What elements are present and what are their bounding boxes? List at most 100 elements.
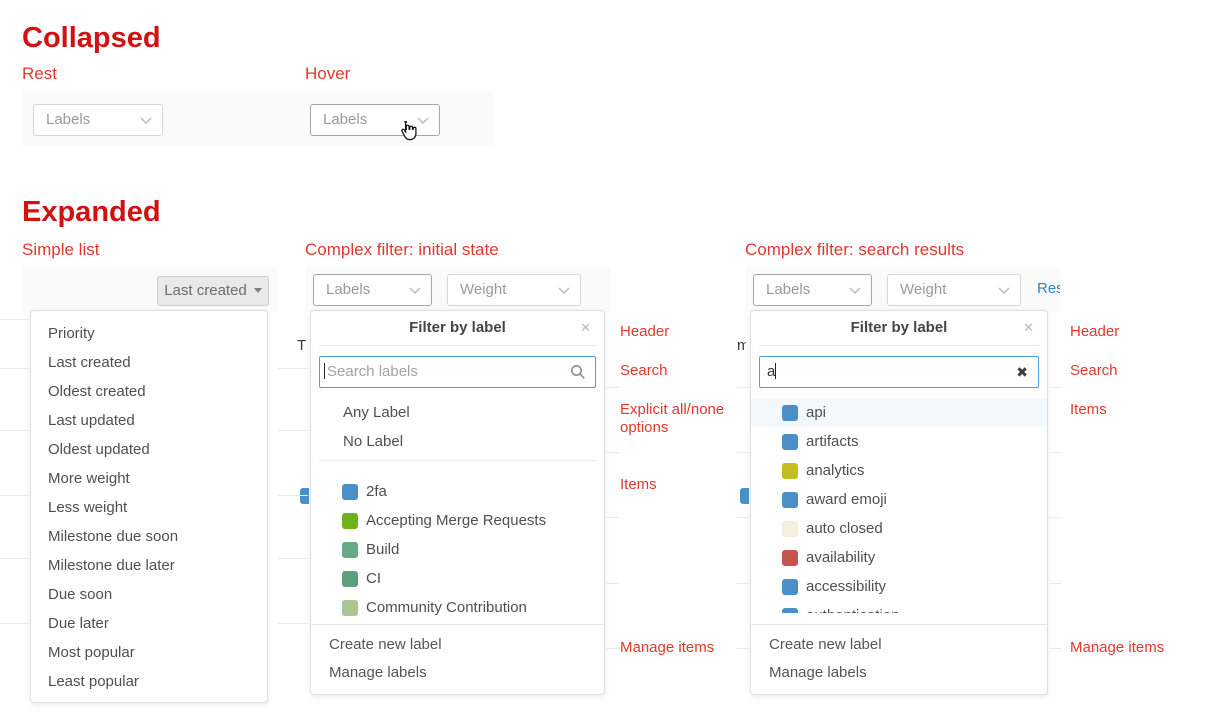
any-label-option[interactable]: Any Label (311, 398, 604, 427)
background-row-divider (736, 452, 749, 453)
label-item[interactable]: Accepting Merge Requests (311, 506, 604, 535)
sort-dropdown-label: Last created (164, 282, 247, 299)
panel-header: Filter by label ✕ (751, 311, 1047, 345)
search-labels-input[interactable]: Search labels (319, 356, 596, 388)
manage-labels-link[interactable]: Manage labels (751, 659, 1047, 687)
panel-header-title: Filter by label (851, 319, 948, 336)
background-row-divider (278, 430, 308, 431)
close-icon[interactable]: ✕ (1023, 311, 1034, 345)
label-name: availability (806, 549, 875, 566)
background-label-chip-fragment (300, 488, 309, 504)
list-item[interactable]: Most popular (31, 638, 267, 667)
sort-options-list: PriorityLast createdOldest createdLast u… (31, 319, 267, 696)
list-item[interactable]: Due soon (31, 580, 267, 609)
list-item[interactable]: Less weight (31, 493, 267, 522)
list-item[interactable]: Oldest updated (31, 435, 267, 464)
background-text-fragment: m (737, 337, 746, 355)
label-item[interactable]: artifacts (751, 427, 1047, 456)
list-item[interactable]: Priority (31, 319, 267, 348)
list-item[interactable]: Last created (31, 348, 267, 377)
labels-dropdown-text: Labels (323, 111, 367, 128)
label-item[interactable]: authentication (751, 601, 1047, 613)
label-item[interactable]: availability (751, 543, 1047, 572)
panel-header-title: Filter by label (409, 319, 506, 336)
label-color-chip (342, 484, 358, 500)
annotation-manage-items: Manage items (1070, 639, 1164, 657)
list-item[interactable]: Oldest created (31, 377, 267, 406)
demo-label-simple-list: Simple list (22, 240, 99, 260)
list-item[interactable]: More weight (31, 464, 267, 493)
label-name: accessibility (806, 578, 886, 595)
label-name: Community Contribution (366, 599, 527, 616)
background-row-divider (1049, 517, 1062, 518)
label-item[interactable]: award emoji (751, 485, 1047, 514)
weight-dropdown-search[interactable]: Weight (887, 274, 1021, 306)
label-color-chip (782, 521, 798, 537)
search-icon (570, 364, 586, 380)
list-item[interactable]: Due later (31, 609, 267, 638)
weight-dropdown-initial[interactable]: Weight (447, 274, 581, 306)
caret-down-icon (254, 288, 262, 293)
search-placeholder-text: Search labels (325, 363, 418, 380)
label-name: artifacts (806, 433, 859, 450)
label-item[interactable]: auto closed (751, 514, 1047, 543)
label-color-chip (342, 571, 358, 587)
label-color-chip (782, 434, 798, 450)
hand-cursor-icon (396, 119, 418, 141)
background-row-divider (736, 517, 749, 518)
manage-labels-link[interactable]: Manage labels (311, 659, 604, 687)
label-item[interactable]: 2fa (311, 477, 604, 506)
create-new-label-link[interactable]: Create new label (311, 631, 604, 659)
background-text-fragment: T (297, 337, 306, 355)
annotation-items: Items (1070, 401, 1107, 419)
background-row-divider (0, 430, 29, 431)
no-label-option[interactable]: No Label (311, 427, 604, 456)
label-name: api (806, 404, 826, 421)
label-name: auto closed (806, 520, 883, 537)
labels-dropdown-text: Labels (46, 111, 90, 128)
list-item[interactable]: Least popular (31, 667, 267, 696)
sort-dropdown-button[interactable]: Last created (157, 276, 269, 306)
close-icon[interactable]: ✕ (580, 311, 591, 345)
chevron-down-icon (140, 117, 152, 125)
label-item[interactable]: CI (311, 564, 604, 593)
create-new-label-link[interactable]: Create new label (751, 631, 1047, 659)
annotation-items: Items (620, 476, 657, 494)
search-input-value: a (760, 363, 775, 380)
panel-footer: Create new label Manage labels (311, 624, 604, 694)
labels-dropdown-text: Labels (766, 281, 810, 298)
background-row-divider (0, 623, 29, 624)
chevron-down-icon (998, 287, 1010, 295)
chevron-down-icon (849, 287, 861, 295)
search-labels-input[interactable]: a ✖ (759, 356, 1039, 388)
background-row-divider (1049, 387, 1062, 388)
label-item[interactable]: api (751, 398, 1047, 427)
background-row-divider (0, 319, 29, 320)
list-item[interactable]: Milestone due later (31, 551, 267, 580)
annotation-search: Search (620, 362, 668, 380)
section-title-expanded: Expanded (22, 196, 161, 229)
label-name: CI (366, 570, 381, 587)
reset-link[interactable]: Res (1037, 280, 1060, 297)
label-name: 2fa (366, 483, 387, 500)
label-item[interactable]: Community Contribution (311, 593, 604, 622)
label-item[interactable]: analytics (751, 456, 1047, 485)
label-color-chip (342, 513, 358, 529)
label-item[interactable]: accessibility (751, 572, 1047, 601)
background-row-divider (0, 558, 29, 559)
background-row-divider (606, 517, 619, 518)
labels-dropdown-initial[interactable]: Labels (313, 274, 432, 306)
label-item[interactable]: Build (311, 535, 604, 564)
list-item[interactable]: Last updated (31, 406, 267, 435)
text-cursor (775, 363, 776, 379)
background-row-divider (736, 648, 749, 649)
labels-dropdown-search[interactable]: Labels (753, 274, 872, 306)
labels-dropdown-hover[interactable]: Labels (310, 104, 440, 136)
label-color-chip (342, 542, 358, 558)
clear-search-icon[interactable]: ✖ (1016, 357, 1028, 387)
list-item[interactable]: Milestone due soon (31, 522, 267, 551)
weight-dropdown-text: Weight (460, 281, 506, 298)
label-color-chip (782, 405, 798, 421)
labels-dropdown-rest[interactable]: Labels (33, 104, 163, 136)
state-label-rest: Rest (22, 64, 57, 84)
